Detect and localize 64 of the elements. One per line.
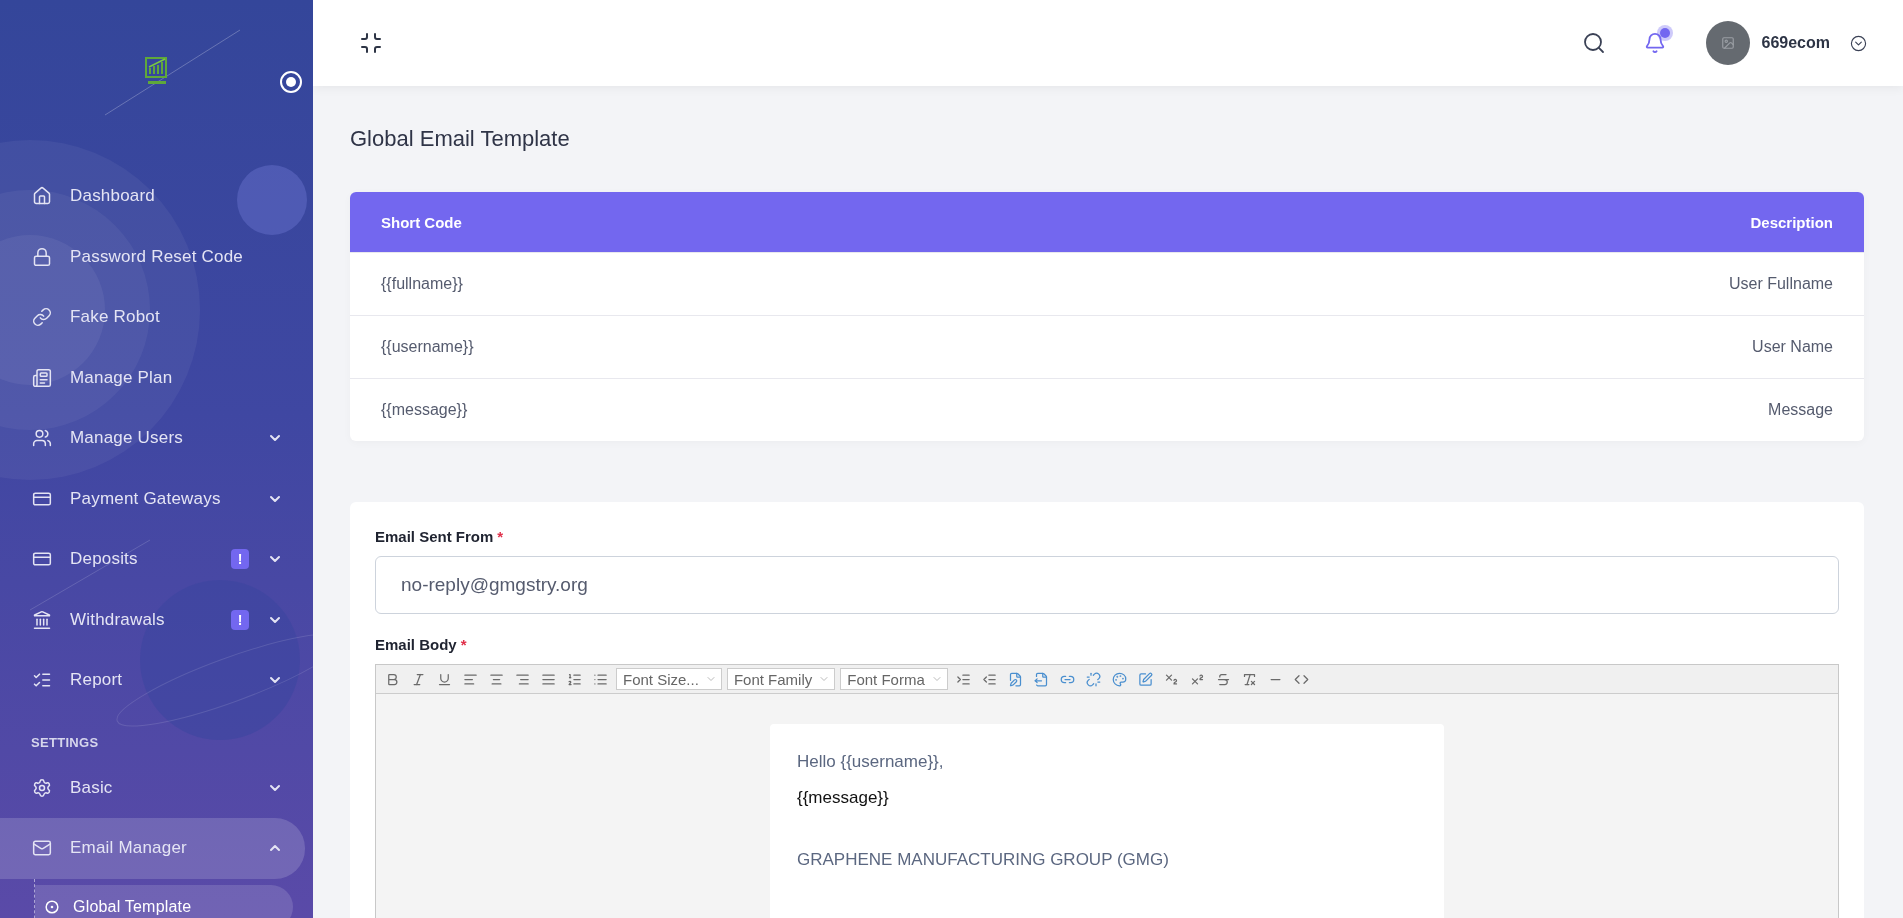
lock-icon <box>32 246 52 267</box>
newspaper-icon <box>32 367 52 388</box>
section-heading: SETTINGS <box>30 733 100 752</box>
search-button[interactable] <box>1581 31 1606 55</box>
alert-badge: ! <box>231 549 249 570</box>
table-cell: {{message}} <box>381 401 468 419</box>
format-select[interactable]: Font Size... <box>616 668 722 690</box>
nav-label: Manage Plan <box>70 367 174 388</box>
table-cell: User Name <box>1752 338 1833 356</box>
bank-icon <box>32 609 52 630</box>
chevron-down-icon <box>1850 34 1867 52</box>
alert-badge: ! <box>231 609 249 630</box>
label-text: Email Sent From <box>375 528 494 545</box>
collapse-button[interactable] <box>359 31 383 55</box>
user-menu[interactable]: 669ecom <box>1705 21 1867 65</box>
nav-item[interactable]: Basic <box>0 757 305 818</box>
nav-label: Email Manager <box>70 838 188 859</box>
editor-area[interactable]: Hello {{username}}, {{message}} GRAPHENE MANUFACTURING GROUP (GMG) <box>376 694 1838 918</box>
nav-item[interactable]: Manage Users <box>0 408 305 469</box>
table-cell: User Fullname <box>1728 275 1833 293</box>
link-icon <box>32 307 52 328</box>
username: 669ecom <box>1761 34 1830 52</box>
format-select[interactable]: Font Family <box>726 668 836 690</box>
nav-item[interactable]: Manage Plan <box>0 347 305 408</box>
logo-icon <box>144 57 169 87</box>
users-icon <box>32 428 52 449</box>
nav-label: Report <box>70 670 124 691</box>
sidebar-toggle-icon[interactable] <box>280 71 302 93</box>
email-text: Hello {{username}}, <box>797 752 945 772</box>
nav-item[interactable]: Report <box>0 650 305 711</box>
nav-label: Basic <box>70 777 114 798</box>
avatar <box>1705 21 1750 65</box>
nav-label: Deposits <box>70 549 139 570</box>
nav-label: Dashboard <box>70 186 156 207</box>
column-header: Description <box>1750 213 1833 231</box>
column-header: Short Code <box>381 213 462 231</box>
label-text: Email Body <box>375 636 457 653</box>
table-cell: {{fullname}} <box>381 275 463 293</box>
nav-label: Payment Gateways <box>70 488 222 509</box>
nav-label: Manage Users <box>70 428 184 449</box>
nav-item[interactable]: Dashboard <box>0 166 305 227</box>
nav-label: Withdrawals <box>70 609 166 630</box>
required-mark: * <box>460 636 467 653</box>
email-text: GRAPHENE MANUFACTURING GROUP (GMG) <box>797 850 1170 870</box>
nav-item[interactable]: Fake Robot <box>0 287 305 348</box>
page-title: Global Email Template <box>350 126 571 152</box>
email-text: {{message}} <box>797 788 890 808</box>
circle-dot-icon <box>45 899 59 914</box>
nav-item[interactable]: Withdrawals ! <box>0 589 305 650</box>
input-field[interactable]: no-reply@gmgstry.org <box>375 556 1839 614</box>
table-cell: Message <box>1768 401 1833 419</box>
home-icon <box>32 186 52 207</box>
format-select[interactable]: Font Forma <box>840 668 948 690</box>
gear-icon <box>32 777 52 798</box>
nav-label: Global Template <box>73 897 193 916</box>
nav-item[interactable]: Email Manager <box>0 818 305 879</box>
nav-item[interactable]: Deposits ! <box>0 529 305 590</box>
nav-label: Password Reset Code <box>70 246 244 267</box>
nav-subitem[interactable]: Global Template <box>35 884 293 918</box>
required-mark: * <box>497 528 504 545</box>
nav-item[interactable]: Payment Gateways <box>0 468 305 529</box>
table-cell: {{username}} <box>381 338 474 356</box>
nav-label: Fake Robot <box>70 307 161 328</box>
nav-item[interactable]: Password Reset Code <box>0 226 305 287</box>
